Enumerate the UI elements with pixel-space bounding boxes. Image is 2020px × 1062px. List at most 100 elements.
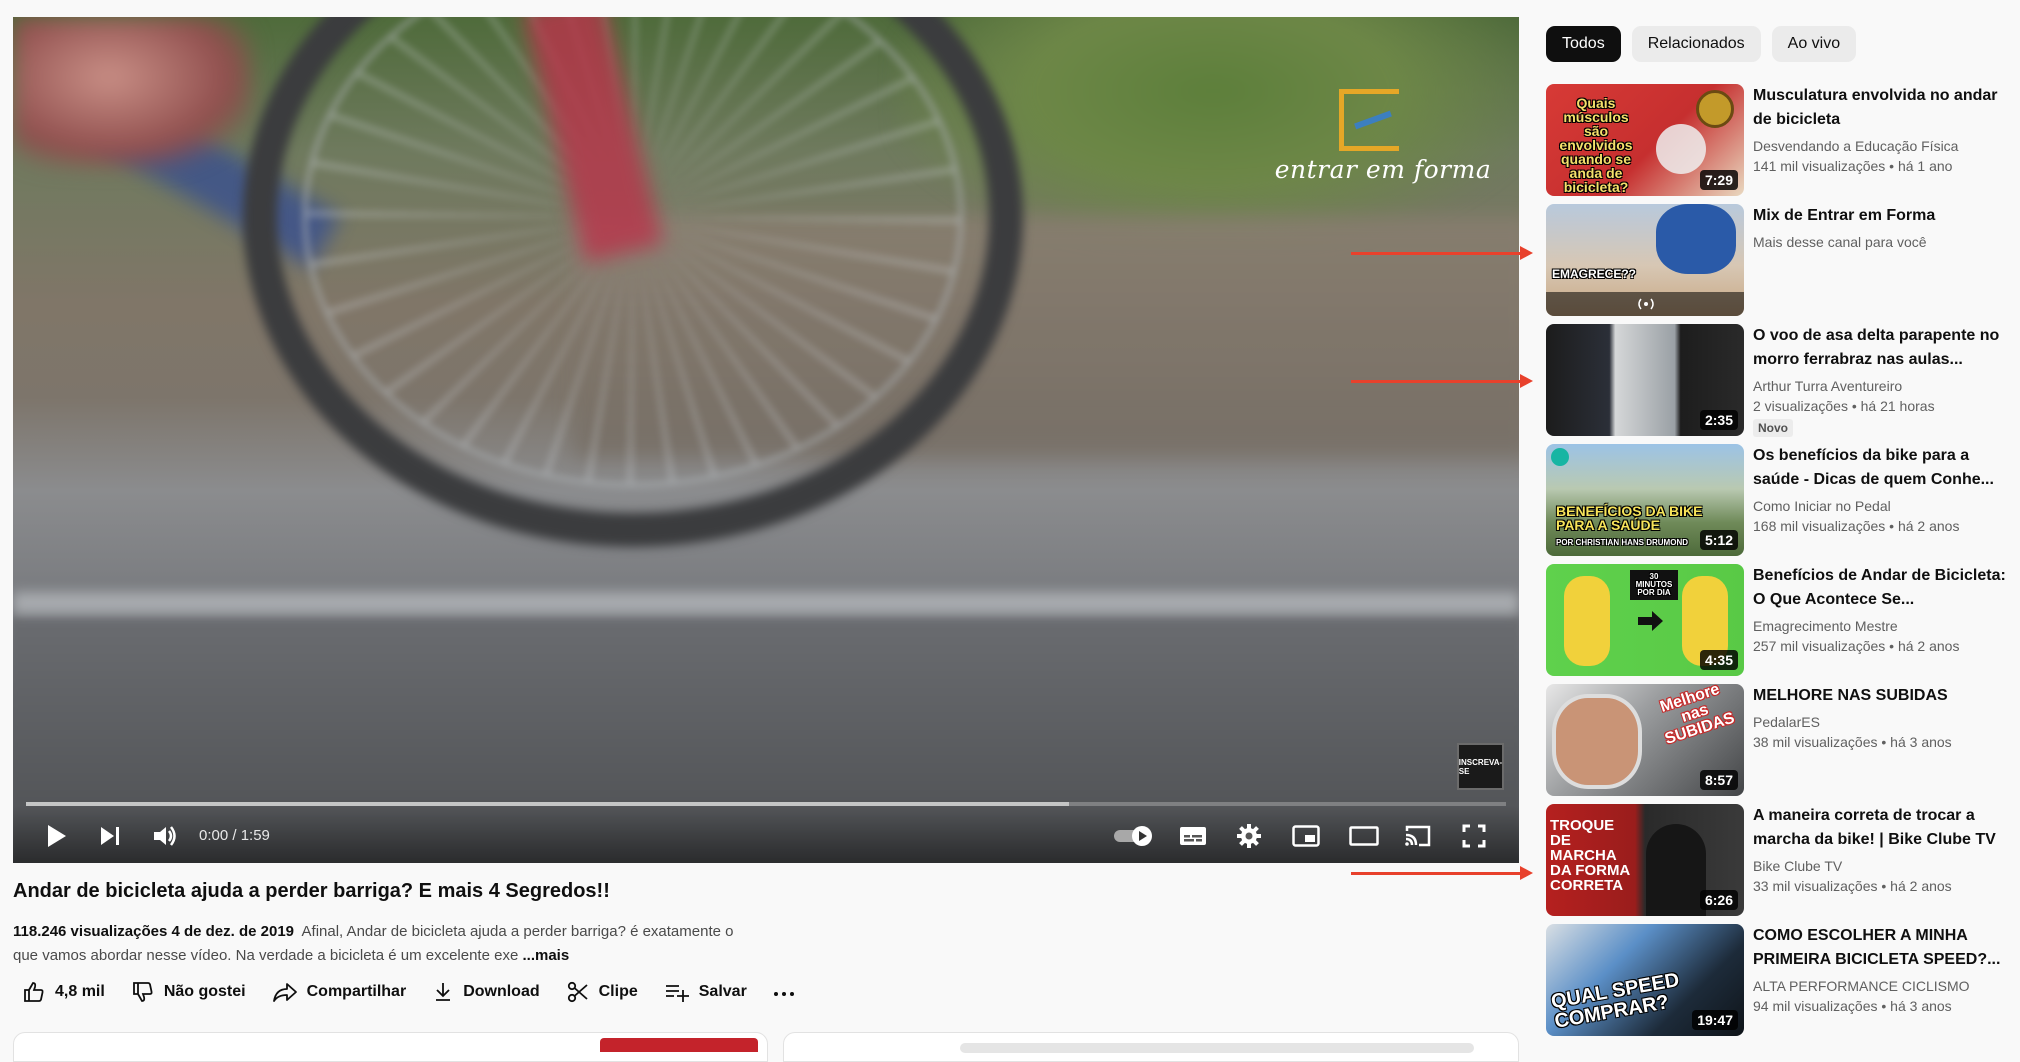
video-title[interactable]: Mix de Entrar em Forma bbox=[1753, 204, 2016, 228]
video-title[interactable]: Os benefícios da bike para a saúde - Dic… bbox=[1753, 444, 2016, 492]
gear-icon bbox=[1237, 824, 1261, 848]
description-box[interactable]: 118.246 visualizações 4 de dez. de 2019 … bbox=[13, 920, 753, 968]
dislike-button[interactable]: Não gostei bbox=[131, 980, 246, 1004]
channel-name[interactable]: Desvendando a Educação Física bbox=[1753, 136, 2016, 156]
download-icon bbox=[436, 983, 451, 1001]
video-title[interactable]: Benefícios de Andar de Bicicleta: O Que … bbox=[1753, 564, 2016, 612]
comments-preview-bar bbox=[960, 1043, 1474, 1053]
channel-name[interactable]: Emagrecimento Mestre bbox=[1753, 616, 2016, 636]
road-line bbox=[13, 592, 1519, 614]
fullscreen-button[interactable] bbox=[1460, 822, 1488, 850]
video-title[interactable]: O voo de asa delta parapente no morro fe… bbox=[1753, 324, 2016, 372]
duration-badge: 4:35 bbox=[1699, 650, 1738, 670]
next-icon bbox=[101, 827, 119, 845]
rider-figure bbox=[1656, 204, 1736, 274]
video-title[interactable]: COMO ESCOLHER A MINHA PRIMEIRA BICICLETA… bbox=[1753, 924, 2016, 972]
subscribe-watermark[interactable]: INSCREVA-SE bbox=[1457, 743, 1504, 790]
clip-button[interactable]: Clipe bbox=[566, 980, 638, 1004]
miniplayer-icon bbox=[1292, 825, 1320, 847]
duration-badge: 6:26 bbox=[1699, 890, 1738, 910]
video-player[interactable]: entrar em forma INSCREVA-SE 0:00 / 1:59 bbox=[13, 17, 1519, 863]
cyclist-figure bbox=[1656, 124, 1706, 174]
brand-text: entrar em forma bbox=[1274, 155, 1492, 184]
save-button[interactable]: Salvar bbox=[664, 980, 747, 1004]
video-thumbnail[interactable]: Quais músculos são envolvidos quando se … bbox=[1546, 84, 1744, 196]
theater-mode-button[interactable] bbox=[1348, 822, 1380, 850]
mix-radio-icon bbox=[1638, 298, 1654, 310]
thumbnail-caption: TROQUE DE MARCHA DA FORMA CORRETA bbox=[1550, 817, 1630, 894]
volume-icon bbox=[154, 826, 176, 846]
video-thumbnail[interactable]: 30 MINUTOS POR DIA 4:35 bbox=[1546, 564, 1744, 676]
list-item[interactable]: BENEFÍCIOS DA BIKE PARA A SAÚDE POR CHRI… bbox=[1546, 444, 2016, 556]
video-meta: 38 mil visualizações • há 3 anos bbox=[1753, 734, 1952, 750]
channel-name[interactable]: Mais desse canal para você bbox=[1753, 232, 2016, 252]
more-horizontal-icon bbox=[773, 992, 794, 996]
settings-button[interactable] bbox=[1235, 822, 1263, 850]
next-button[interactable] bbox=[96, 822, 124, 850]
video-info: Mix de Entrar em Forma Mais desse canal … bbox=[1753, 204, 2016, 252]
chip-relacionados[interactable]: Relacionados bbox=[1631, 26, 1761, 62]
list-item[interactable]: QUAL SPEED COMPRAR? 19:47 COMO ESCOLHER … bbox=[1546, 924, 2016, 1036]
cast-button[interactable] bbox=[1404, 822, 1432, 850]
video-thumbnail[interactable]: Melhore nas SUBIDAS 8:57 bbox=[1546, 684, 1744, 796]
video-thumbnail[interactable]: EMAGRECE?? bbox=[1546, 204, 1744, 316]
action-bar: 4,8 mil Não gostei Compartilhar Download… bbox=[13, 979, 830, 1005]
chip-todos[interactable]: Todos bbox=[1546, 26, 1621, 62]
dislike-label: Não gostei bbox=[163, 983, 246, 1000]
list-item[interactable]: Quais músculos são envolvidos quando se … bbox=[1546, 84, 2016, 196]
video-title[interactable]: MELHORE NAS SUBIDAS bbox=[1753, 684, 2016, 708]
video-title[interactable]: A maneira correta de trocar a marcha da … bbox=[1753, 804, 2016, 852]
subtitles-button[interactable] bbox=[1179, 822, 1207, 850]
channel-name[interactable]: ALTA PERFORMANCE CICLISMO bbox=[1753, 976, 2016, 996]
scissors-icon bbox=[567, 981, 588, 1003]
video-thumbnail[interactable]: BENEFÍCIOS DA BIKE PARA A SAÚDE POR CHRI… bbox=[1546, 444, 1744, 556]
like-button[interactable]: 4,8 mil bbox=[22, 980, 105, 1004]
video-meta: 2 visualizações • há 21 horas bbox=[1753, 398, 1935, 414]
annotation-arrow bbox=[1351, 866, 1533, 880]
list-item[interactable]: EMAGRECE?? Mix de Entrar em Forma Mais d… bbox=[1546, 204, 2016, 316]
channel-name[interactable]: PedalarES bbox=[1753, 712, 2016, 732]
thumbnail-caption: Melhore nas SUBIDAS bbox=[1658, 684, 1737, 748]
duration-badge: 7:29 bbox=[1699, 170, 1738, 190]
figure-left bbox=[1564, 576, 1610, 666]
playlist-add-icon bbox=[665, 985, 689, 1002]
list-item[interactable]: 30 MINUTOS POR DIA 4:35 Benefícios de An… bbox=[1546, 564, 2016, 676]
thumbs-up-icon bbox=[24, 982, 44, 1002]
share-button[interactable]: Compartilhar bbox=[272, 980, 406, 1004]
view-count-date: 118.246 visualizações 4 de dez. de 2019 bbox=[13, 923, 295, 940]
miniplayer-button[interactable] bbox=[1292, 822, 1320, 850]
channel-watermark-logo: entrar em forma bbox=[1263, 67, 1503, 187]
thumbs-down-icon bbox=[132, 982, 153, 1002]
chip-ao-vivo[interactable]: Ao vivo bbox=[1771, 26, 1857, 62]
channel-name[interactable]: Arthur Turra Aventureiro bbox=[1753, 376, 2016, 396]
download-button[interactable]: Download bbox=[432, 980, 540, 1004]
video-meta: 141 mil visualizações • há 1 ano bbox=[1753, 158, 1953, 174]
play-icon bbox=[48, 825, 66, 847]
list-item[interactable]: 2:35 O voo de asa delta parapente no mor… bbox=[1546, 324, 2016, 437]
subtitles-icon bbox=[1180, 827, 1206, 845]
video-thumbnail[interactable]: 2:35 bbox=[1546, 324, 1744, 436]
arrow-right-icon bbox=[1638, 611, 1663, 631]
subscribe-button[interactable] bbox=[600, 1038, 758, 1052]
volume-button[interactable] bbox=[151, 822, 179, 850]
video-title[interactable]: Musculatura envolvida no andar de bicicl… bbox=[1753, 84, 2016, 132]
more-actions-button[interactable] bbox=[773, 980, 804, 1004]
show-more-link[interactable]: ...mais bbox=[522, 947, 569, 964]
list-item[interactable]: TROQUE DE MARCHA DA FORMA CORRETA 6:26 A… bbox=[1546, 804, 2016, 916]
channel-name[interactable]: Como Iniciar no Pedal bbox=[1753, 496, 2016, 516]
video-thumbnail[interactable]: QUAL SPEED COMPRAR? 19:47 bbox=[1546, 924, 1744, 1036]
video-thumbnail[interactable]: TROQUE DE MARCHA DA FORMA CORRETA 6:26 bbox=[1546, 804, 1744, 916]
video-info: COMO ESCOLHER A MINHA PRIMEIRA BICICLETA… bbox=[1753, 924, 2016, 1016]
channel-name[interactable]: Bike Clube TV bbox=[1753, 856, 2016, 876]
duration-badge: 19:47 bbox=[1692, 1010, 1738, 1030]
download-label: Download bbox=[463, 983, 540, 1000]
filter-chips: Todos Relacionados Ao vivo bbox=[1546, 26, 1867, 62]
play-button[interactable] bbox=[42, 822, 70, 850]
list-item[interactable]: Melhore nas SUBIDAS 8:57 MELHORE NAS SUB… bbox=[1546, 684, 2016, 796]
theater-icon bbox=[1349, 826, 1379, 846]
autoplay-toggle[interactable] bbox=[1112, 822, 1156, 850]
new-badge: Novo bbox=[1753, 419, 1793, 437]
video-meta: 257 mil visualizações • há 2 anos bbox=[1753, 638, 1960, 654]
save-label: Salvar bbox=[698, 983, 747, 1000]
video-info: A maneira correta de trocar a marcha da … bbox=[1753, 804, 2016, 896]
